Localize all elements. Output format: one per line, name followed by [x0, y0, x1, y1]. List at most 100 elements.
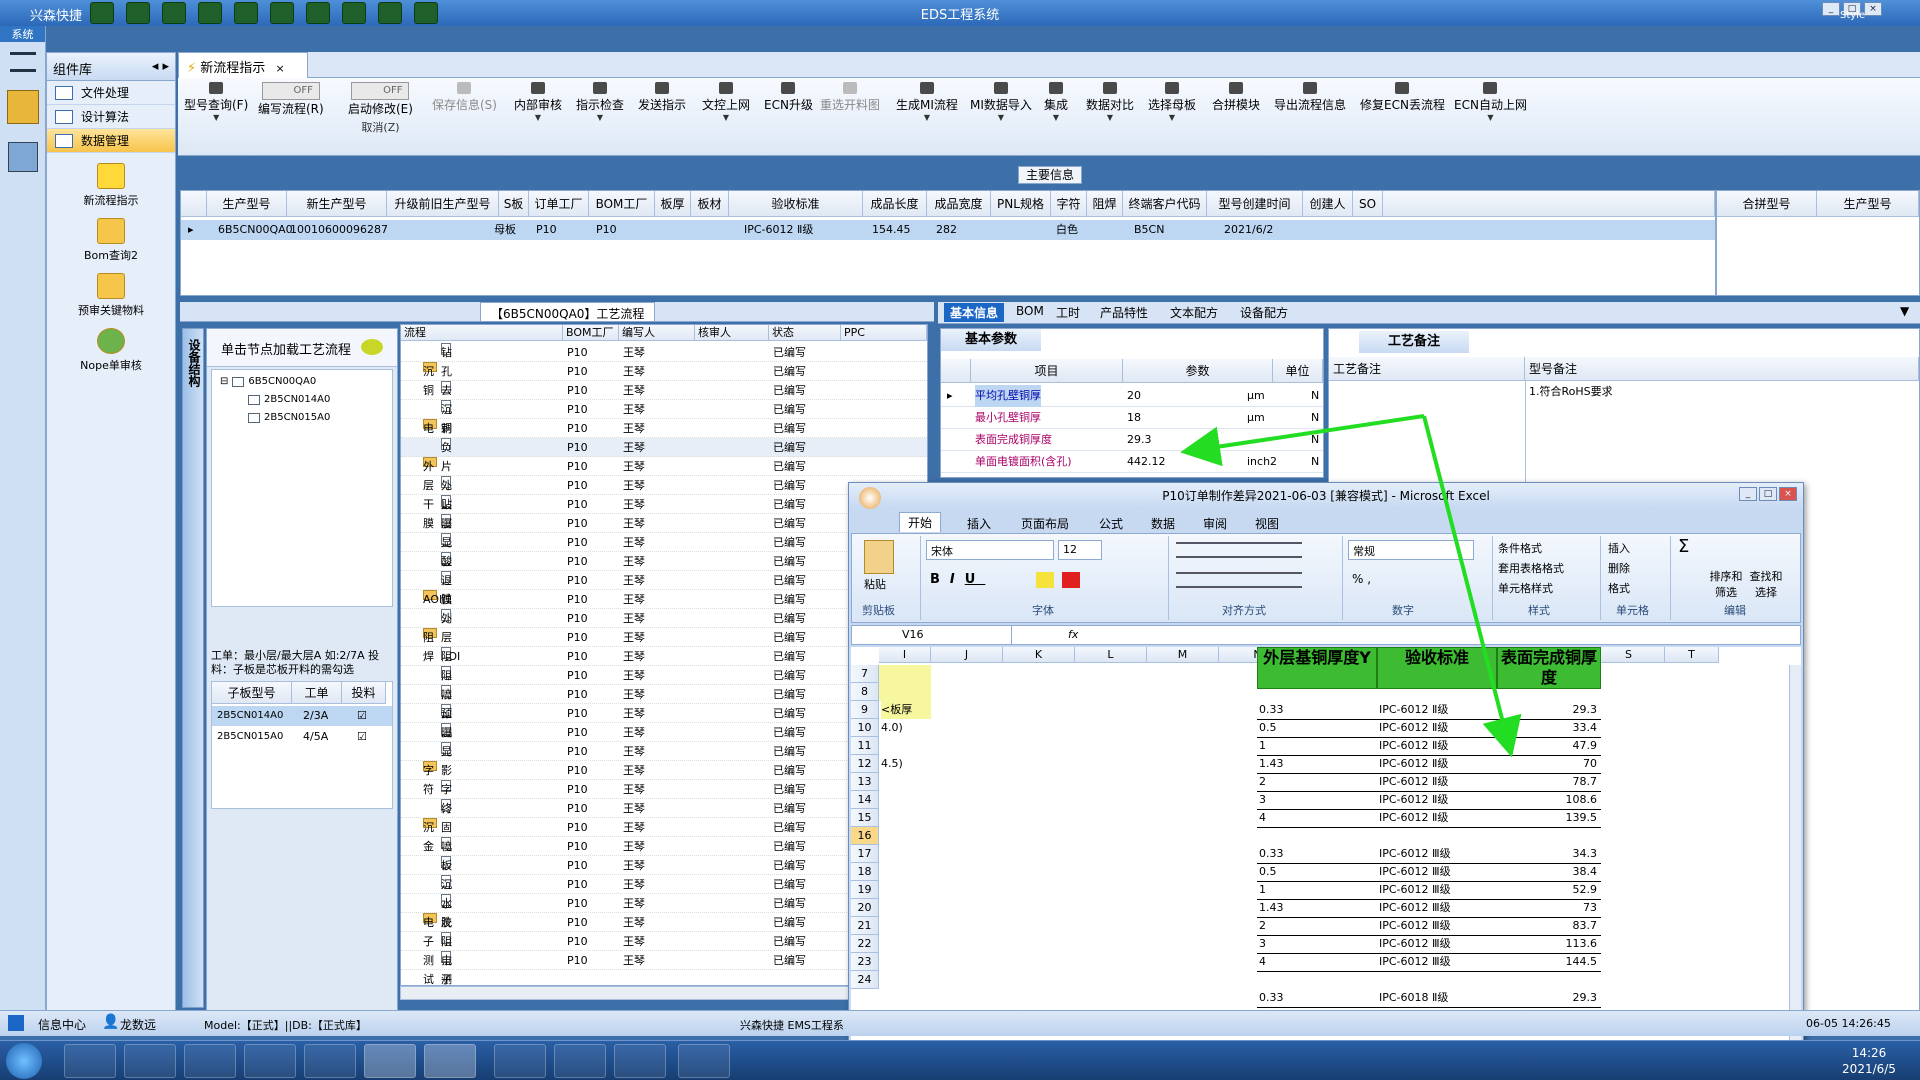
row-header[interactable]: 11	[851, 737, 879, 755]
tab-formulas[interactable]: 公式	[1099, 515, 1123, 532]
format-cell-button[interactable]: 格式	[1608, 580, 1630, 596]
nav-bom-query[interactable]: Bom查询2	[47, 218, 175, 263]
internal-review-button[interactable]: 内部审核 ▼	[514, 82, 562, 122]
tree-node-child[interactable]: 2B5CN015A0	[248, 410, 330, 426]
tab-page-layout[interactable]: 页面布局	[1021, 515, 1069, 532]
table-row[interactable]: 钻孔 P10 王琴 已编写	[401, 343, 927, 378]
merge-module-button[interactable]: 合拼模块	[1212, 82, 1260, 113]
param-value[interactable]: 442.12	[1127, 451, 1166, 473]
pages-icon[interactable]	[270, 2, 294, 24]
vertical-scrollbar[interactable]	[1789, 665, 1801, 1043]
col-header[interactable]: 板材	[691, 191, 729, 217]
col-header[interactable]: BOM工厂	[589, 191, 655, 217]
row-header[interactable]: 14	[851, 791, 879, 809]
paste-label[interactable]: 粘贴	[864, 576, 886, 592]
cell-base-copper[interactable]: 0.33	[1259, 701, 1375, 719]
mi-import-button[interactable]: MI数据导入 ▼	[970, 82, 1032, 122]
nav-item-file[interactable]: 文件处理	[47, 81, 175, 105]
column-header[interactable]: K	[1003, 647, 1075, 663]
table-row[interactable]: 外层干膜 P10 王琴 已编写	[401, 457, 927, 530]
cell-sboard[interactable]: 母板	[491, 221, 516, 239]
tab-insert[interactable]: 插入	[967, 515, 991, 532]
data-compare-button[interactable]: 数据对比 ▼	[1086, 82, 1134, 122]
col-header[interactable]: 终端客户代码	[1123, 191, 1207, 217]
tab-new-flow[interactable]: ⚡ 新流程指示 ×	[178, 52, 308, 78]
col-header[interactable]: 板厚	[655, 191, 691, 217]
table-row[interactable]: 最小孔壁铜厚 18 μm N	[941, 407, 1323, 429]
select-mother-button[interactable]: 选择母板 ▼	[1148, 82, 1196, 122]
row-header[interactable]: 19	[851, 881, 879, 899]
cell-I8[interactable]	[879, 683, 931, 701]
vertical-tab-structure[interactable]: 设备结构	[182, 328, 204, 1008]
row-header[interactable]: 21	[851, 917, 879, 935]
monitor-icon[interactable]	[414, 2, 438, 24]
film-icon[interactable]	[234, 2, 258, 24]
row-header[interactable]: 24	[851, 971, 879, 989]
taskbar-x-icon[interactable]	[554, 1044, 606, 1078]
cell-sub-order[interactable]: 4/5A	[300, 728, 328, 746]
tab-data[interactable]: 数据	[1151, 515, 1175, 532]
col-header[interactable]: 型号备注	[1525, 357, 1919, 381]
table-format-button[interactable]: 套用表格格式	[1498, 560, 1564, 576]
fx-icon[interactable]: fx	[1068, 628, 1078, 641]
cell-I-text[interactable]: <板厚	[881, 701, 931, 719]
cell-created[interactable]: 2021/6/2	[1221, 221, 1273, 239]
col-header[interactable]: 合拼型号	[1717, 191, 1817, 217]
col-header[interactable]: 核审人	[695, 325, 769, 341]
cell-base-copper[interactable]: 1	[1259, 881, 1375, 899]
cancel-label[interactable]: 取消(Z)	[348, 119, 413, 135]
table-row[interactable]: ▸ 平均孔壁铜厚 20 μm N	[941, 385, 1323, 407]
cell-base-copper[interactable]: 1.43	[1259, 755, 1375, 773]
name-box[interactable]: V16	[852, 626, 1012, 644]
nav-nope-review[interactable]: Nope单审核	[47, 328, 175, 373]
cell-standard[interactable]: IPC-6012 Ⅲ级	[1379, 899, 1495, 917]
row-header[interactable]: 13	[851, 773, 879, 791]
header-cell-base-copper[interactable]: 外层基铜厚度Y	[1257, 647, 1377, 689]
column-header[interactable]: J	[931, 647, 1003, 663]
row-header[interactable]: 22	[851, 935, 879, 953]
row-header[interactable]: 8	[851, 683, 879, 701]
table-row[interactable]: 去毛刺P10王琴已编写	[401, 381, 927, 435]
row-header[interactable]: 9	[851, 701, 879, 719]
col-header[interactable]: 子板型号	[212, 682, 292, 704]
paste-icon[interactable]	[864, 540, 894, 574]
tab-product[interactable]: 产品特性	[1100, 304, 1148, 321]
cell-sub-model[interactable]: 2B5CN015A0	[214, 728, 283, 746]
fill-color-icon[interactable]	[1036, 572, 1054, 588]
taskbar-fish-icon[interactable]	[614, 1044, 666, 1078]
instruction-check-button[interactable]: 指示检查 ▼	[576, 82, 624, 122]
list-icon[interactable]	[306, 2, 330, 24]
start-edit-toggle[interactable]: OFF 启动修改(E) 取消(Z)	[348, 82, 413, 135]
send-instruction-button[interactable]: 发送指示	[638, 82, 686, 113]
model-note-text[interactable]: 1.符合RoHS要求	[1529, 383, 1613, 399]
export-flow-button[interactable]: 导出流程信息	[1274, 82, 1346, 113]
save-info-button[interactable]: 保存信息(S)	[432, 82, 497, 113]
col-header[interactable]: 工单	[292, 682, 342, 704]
cell-surface-copper[interactable]: 29.3	[1499, 701, 1598, 719]
cell-width[interactable]: 282	[933, 221, 957, 239]
taskbar-g-icon[interactable]	[244, 1044, 296, 1078]
number-format-select[interactable]: 常规	[1348, 540, 1474, 560]
info-center-label[interactable]: 信息中心	[38, 1016, 86, 1033]
generate-mi-button[interactable]: 生成MI流程 ▼	[896, 82, 958, 122]
col-header[interactable]: 阻焊	[1087, 191, 1123, 217]
clock[interactable]: 14:26 2021/6/5	[1826, 1045, 1912, 1077]
sum-icon[interactable]: Σ	[1678, 536, 1689, 557]
checkbox[interactable]: ☑	[354, 707, 367, 725]
cell-base-copper[interactable]: 2	[1259, 917, 1375, 935]
chart-icon[interactable]	[378, 2, 402, 24]
col-header[interactable]: 投料	[342, 682, 386, 704]
repair-ecn-button[interactable]: 修复ECN丢流程	[1360, 82, 1445, 113]
column-header[interactable]: I	[879, 647, 931, 663]
office-button-icon[interactable]	[859, 487, 881, 509]
globe-icon[interactable]	[126, 2, 150, 24]
row-header[interactable]: 18	[851, 863, 879, 881]
cell-order-factory[interactable]: P10	[533, 221, 557, 239]
cell-standard[interactable]: IPC-6012 Ⅲ级	[1379, 953, 1495, 971]
col-header[interactable]: 生产型号	[207, 191, 287, 217]
cell-surface-copper[interactable]: 144.5	[1499, 953, 1598, 971]
row-header[interactable]: 20	[851, 899, 879, 917]
windows-grid-icon[interactable]	[8, 1015, 24, 1031]
col-header[interactable]: 编写人	[619, 325, 695, 341]
row-header[interactable]: 7	[851, 665, 879, 683]
